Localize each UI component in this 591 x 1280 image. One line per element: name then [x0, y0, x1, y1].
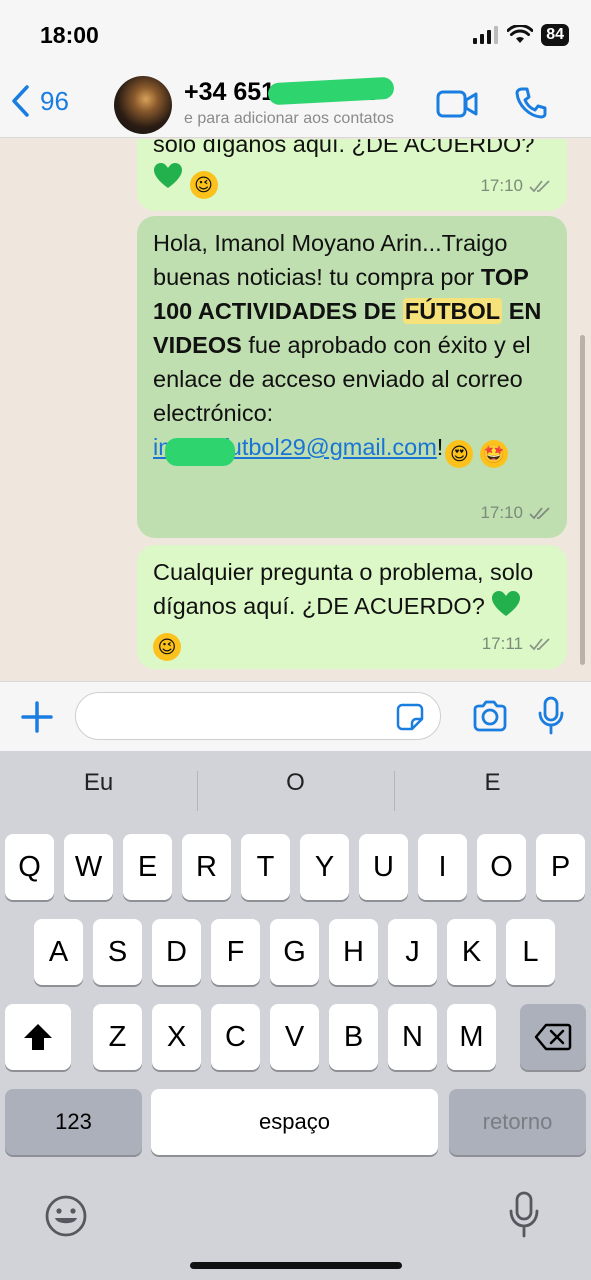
avatar[interactable] — [114, 76, 172, 134]
space-key[interactable]: espaço — [151, 1089, 438, 1155]
suggestion-1[interactable]: Eu — [0, 769, 197, 797]
backspace-key[interactable] — [520, 1004, 586, 1070]
message-text: Hola, Imanol Moyano Arin...Traigo buenas… — [153, 226, 551, 468]
key-q[interactable]: Q — [5, 834, 54, 900]
key-v[interactable]: V — [270, 1004, 319, 1070]
backspace-icon — [534, 1023, 572, 1051]
key-d[interactable]: D — [152, 919, 201, 985]
key-i[interactable]: I — [418, 834, 467, 900]
key-t[interactable]: T — [241, 834, 290, 900]
numbers-key[interactable]: 123 — [5, 1089, 142, 1155]
key-m[interactable]: M — [447, 1004, 496, 1070]
key-n[interactable]: N — [388, 1004, 437, 1070]
message-bubble[interactable]: Cualquier pregunta o problema, solo díga… — [137, 545, 567, 669]
signal-icon — [473, 26, 499, 44]
message-meta: 17:11 — [482, 627, 551, 661]
emoji-icon[interactable] — [44, 1194, 88, 1238]
chat-area[interactable]: solo díganos aquí. ¿DE ACUERDO? 😉 17:10 … — [0, 139, 591, 681]
wifi-icon — [507, 25, 534, 43]
key-u[interactable]: U — [359, 834, 408, 900]
read-receipt-icon — [529, 507, 550, 520]
key-r[interactable]: R — [182, 834, 231, 900]
suggestion-2[interactable]: O — [197, 769, 394, 797]
message-time: 17:10 — [480, 176, 523, 195]
shift-icon — [24, 1024, 52, 1050]
key-g[interactable]: G — [270, 919, 319, 985]
message-input-bar — [0, 681, 591, 751]
scrollbar[interactable] — [580, 335, 585, 665]
search-highlight: FÚTBOL — [402, 298, 503, 324]
key-e[interactable]: E — [123, 834, 172, 900]
key-b[interactable]: B — [329, 1004, 378, 1070]
home-indicator[interactable] — [190, 1262, 402, 1269]
message-meta: 17:10 — [480, 496, 551, 530]
back-unread-count: 96 — [40, 85, 69, 116]
key-p[interactable]: P — [536, 834, 585, 900]
message-bubble[interactable]: solo díganos aquí. ¿DE ACUERDO? 😉 17:10 — [137, 139, 567, 211]
battery-icon: 84 — [541, 24, 569, 46]
message-time: 17:11 — [481, 634, 523, 653]
winking-face-icon: 😉 — [153, 633, 181, 661]
suggestion-3[interactable]: E — [394, 769, 591, 797]
heart-eyes-icon: 😍 — [445, 440, 474, 468]
key-f[interactable]: F — [211, 919, 260, 985]
key-k[interactable]: K — [447, 919, 496, 985]
read-receipt-icon — [529, 180, 550, 193]
back-button[interactable]: 96 — [10, 84, 69, 118]
read-receipt-icon — [529, 638, 550, 651]
key-o[interactable]: O — [477, 834, 526, 900]
phone-icon[interactable] — [514, 86, 548, 120]
sticker-icon[interactable] — [396, 703, 424, 731]
microphone-icon[interactable] — [537, 696, 565, 736]
key-j[interactable]: J — [388, 919, 437, 985]
key-z[interactable]: Z — [93, 1004, 142, 1070]
key-y[interactable]: Y — [300, 834, 349, 900]
camera-icon[interactable] — [472, 700, 508, 732]
key-a[interactable]: A — [34, 919, 83, 985]
status-bar: 18:00 84 — [0, 0, 591, 70]
green-heart-icon — [154, 163, 182, 188]
key-w[interactable]: W — [64, 834, 113, 900]
shift-key[interactable] — [5, 1004, 71, 1070]
status-time: 18:00 — [40, 22, 99, 48]
key-x[interactable]: X — [152, 1004, 201, 1070]
video-call-icon[interactable] — [436, 90, 478, 118]
keyboard: Eu O E Q W E R T Y U I O P A S D F G H J… — [0, 751, 591, 1280]
message-bubble-highlighted[interactable]: Hola, Imanol Moyano Arin...Traigo buenas… — [137, 216, 567, 538]
return-key[interactable]: retorno — [449, 1089, 586, 1155]
key-h[interactable]: H — [329, 919, 378, 985]
status-icons: 84 — [473, 24, 569, 46]
contact-subtitle[interactable]: e para adicionar aos contatos — [184, 110, 394, 128]
redaction-mark — [165, 438, 235, 466]
key-s[interactable]: S — [93, 919, 142, 985]
plus-icon[interactable] — [20, 700, 54, 734]
dictation-icon[interactable] — [508, 1191, 540, 1239]
star-struck-icon: 🤩 — [479, 440, 508, 468]
key-l[interactable]: L — [506, 919, 555, 985]
winking-face-icon: 😉 — [189, 171, 218, 199]
message-time: 17:10 — [480, 503, 523, 522]
message-meta: 17:10 — [480, 169, 551, 203]
chat-header: 96 +34 651 79 66 65 e para adicionar aos… — [0, 70, 591, 138]
green-heart-icon — [492, 591, 521, 616]
back-chevron-icon — [12, 85, 29, 117]
key-c[interactable]: C — [211, 1004, 260, 1070]
email-link[interactable]: imanolfutbol29@gmail.com — [153, 434, 437, 466]
message-input[interactable] — [75, 692, 441, 740]
